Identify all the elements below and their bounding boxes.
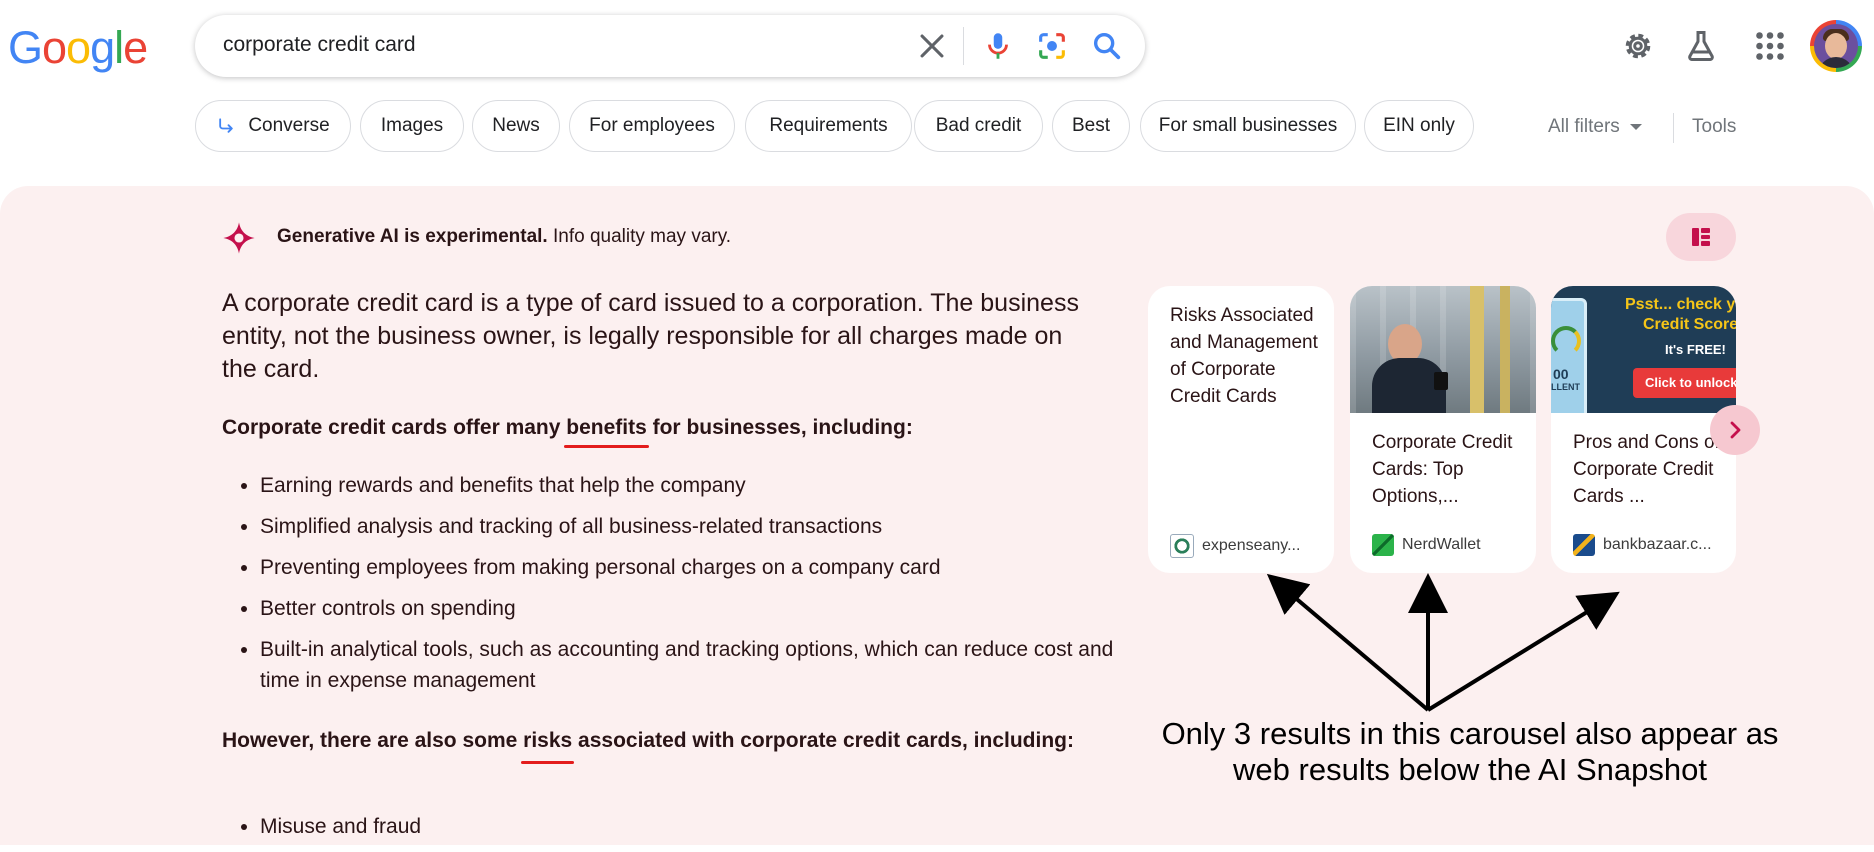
ad-score-badge: 00 xyxy=(1553,366,1569,382)
bankbazaar-favicon xyxy=(1573,534,1595,556)
microphone-icon[interactable] xyxy=(981,29,1015,63)
heading-text: for businesses, including: xyxy=(646,416,913,439)
heading-text: However, there are also some xyxy=(222,729,524,752)
labs-flask-icon[interactable] xyxy=(1683,28,1719,64)
chip-for-employees[interactable]: For employees xyxy=(569,100,735,152)
apps-grid-icon[interactable] xyxy=(1752,28,1788,64)
chip-images[interactable]: Images xyxy=(360,100,464,152)
card-source: bankbazaar.c... xyxy=(1573,534,1712,556)
logo-letter: g xyxy=(90,22,115,73)
all-filters-label: All filters xyxy=(1548,116,1620,137)
ai-summary-text: A corporate credit card is a type of car… xyxy=(222,289,1079,383)
benefits-heading: Corporate credit cards offer many benefi… xyxy=(222,416,913,448)
chip-bad-credit[interactable]: Bad credit xyxy=(914,100,1043,152)
chip-for-small-businesses[interactable]: For small businesses xyxy=(1140,100,1356,152)
expenseanywhere-favicon xyxy=(1170,534,1194,558)
carousel-card-expenseanywhere[interactable]: Risks Associated and Management of Corpo… xyxy=(1148,286,1334,573)
layout-icon xyxy=(1692,228,1710,246)
logo-letter: o xyxy=(66,22,91,73)
list-item: Earning rewards and benefits that help t… xyxy=(260,470,1120,501)
carousel-card-bankbazaar[interactable]: 00 LLENT Psst... check y Credit Score It… xyxy=(1551,286,1736,573)
card-title: Corporate Credit Cards: Top Options,... xyxy=(1372,432,1513,507)
heading-text: Corporate credit cards offer many xyxy=(222,416,567,439)
chip-best[interactable]: Best xyxy=(1052,100,1130,152)
logo-letter: l xyxy=(114,22,124,73)
heading-keyword: risks xyxy=(523,729,573,752)
divider xyxy=(963,27,964,65)
logo-letter: o xyxy=(42,22,67,73)
highlighted-word-risks: risks xyxy=(521,725,575,764)
layout-toggle-button[interactable] xyxy=(1666,213,1736,261)
card-source: NerdWallet xyxy=(1372,534,1481,556)
chip-label: Requirements xyxy=(769,115,888,136)
chip-label: Bad credit xyxy=(935,115,1022,136)
list-item: Built-in analytical tools, such as accou… xyxy=(260,634,1120,696)
ad-free-text: It's FREE! xyxy=(1665,342,1726,357)
red-underline xyxy=(564,445,649,448)
ai-disclaimer: Generative AI is experimental. Info qual… xyxy=(277,226,731,248)
avatar[interactable] xyxy=(1810,20,1862,72)
google-logo[interactable]: Google xyxy=(8,22,148,74)
heading-text: associated with corporate credit cards, … xyxy=(572,729,1074,752)
list-item: Better controls on spending xyxy=(260,593,1120,624)
lens-camera-icon[interactable] xyxy=(1035,29,1069,63)
ad-cta-button: Click to unlock xyxy=(1633,368,1736,398)
tools-button[interactable]: Tools xyxy=(1692,116,1736,138)
chip-requirements[interactable]: Requirements xyxy=(745,100,912,152)
chip-label: Images xyxy=(380,115,444,136)
list-item: Misuse and fraud xyxy=(260,811,1120,842)
ad-headline: Psst... check y xyxy=(1625,296,1736,313)
chip-label: EIN only xyxy=(1383,115,1455,136)
risks-list: Misuse and fraud xyxy=(228,811,1120,852)
ad-score-caption: LLENT xyxy=(1551,382,1580,392)
card-source-label: expenseany... xyxy=(1202,537,1301,554)
chip-label: For employees xyxy=(589,115,715,136)
divider xyxy=(1673,113,1674,143)
converse-arrow-icon xyxy=(219,118,234,133)
card-source-label: bankbazaar.c... xyxy=(1603,536,1712,553)
disclaimer-bold: Generative AI is experimental. xyxy=(277,226,548,247)
logo-letter: e xyxy=(123,22,148,73)
card-thumbnail-ad-image: 00 LLENT Psst... check y Credit Score It… xyxy=(1551,286,1736,413)
card-source-label: NerdWallet xyxy=(1402,536,1481,553)
chip-converse[interactable]: Converse xyxy=(195,100,351,152)
heading-keyword: benefits xyxy=(566,416,647,439)
benefits-list: Earning rewards and benefits that help t… xyxy=(228,470,1120,706)
card-thumbnail-image xyxy=(1350,286,1536,413)
search-box[interactable]: corporate credit card xyxy=(195,15,1145,77)
all-filters-button[interactable]: All filters xyxy=(1548,116,1642,138)
card-title: Risks Associated and Management of Corpo… xyxy=(1170,305,1318,407)
nerdwallet-favicon xyxy=(1372,534,1394,556)
card-title: Pros and Cons of Corporate Credit Cards … xyxy=(1573,432,1720,507)
carousel-next-button[interactable] xyxy=(1710,405,1760,455)
clear-icon[interactable] xyxy=(915,29,949,63)
risks-heading: However, there are also some risks assoc… xyxy=(222,725,1122,764)
chip-label: For small businesses xyxy=(1158,115,1338,136)
logo-letter: G xyxy=(8,22,43,73)
settings-icon[interactable] xyxy=(1620,28,1656,64)
list-item: Simplified analysis and tracking of all … xyxy=(260,511,1120,542)
caret-down-icon xyxy=(1629,123,1642,130)
search-icon[interactable] xyxy=(1090,29,1124,63)
highlighted-word-benefits: benefits xyxy=(564,416,649,448)
chip-news[interactable]: News xyxy=(472,100,560,152)
card-source: expenseany... xyxy=(1170,534,1300,558)
chip-label: Best xyxy=(1071,115,1111,136)
ad-headline: Credit Score xyxy=(1643,316,1736,333)
annotation-caption: Only 3 results in this carousel also app… xyxy=(1161,716,1779,787)
disclaimer-rest: Info quality may vary. xyxy=(547,226,732,247)
search-input[interactable]: corporate credit card xyxy=(223,33,416,57)
list-item: Preventing employees from making persona… xyxy=(260,552,1120,583)
chip-label: Converse xyxy=(248,115,330,136)
carousel-card-nerdwallet[interactable]: Corporate Credit Cards: Top Options,... … xyxy=(1350,286,1536,573)
chip-label: News xyxy=(492,115,540,136)
chip-ein-only[interactable]: EIN only xyxy=(1364,100,1474,152)
generative-ai-sparkle-icon xyxy=(223,222,255,254)
chevron-right-icon xyxy=(1730,421,1741,439)
red-underline xyxy=(521,761,575,764)
